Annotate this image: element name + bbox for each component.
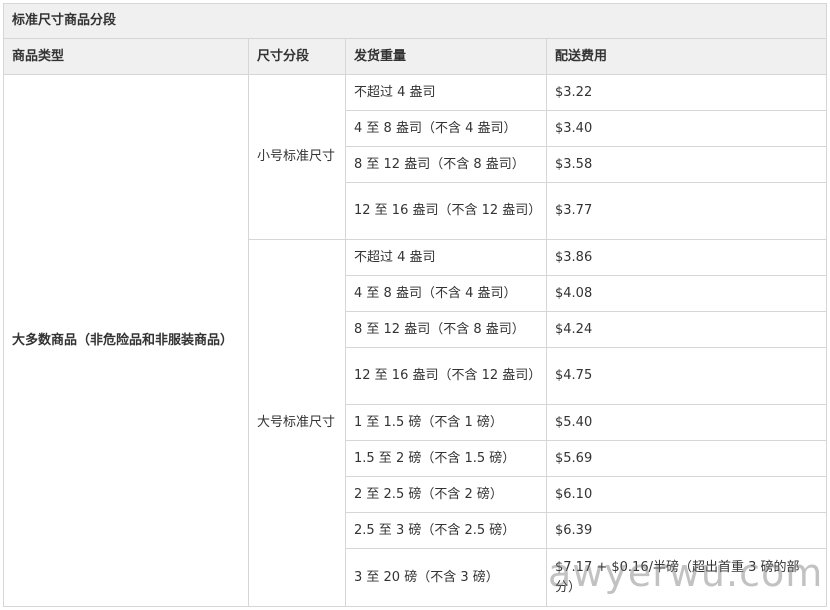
size-tier-cell: 大号标准尺寸	[248, 239, 346, 607]
weight-cell: 4 至 8 盎司（不含 4 盎司）	[345, 275, 547, 312]
weight-cell: 4 至 8 盎司（不含 4 盎司）	[345, 110, 547, 147]
table-header-row: 商品类型 尺寸分段 发货重量 配送费用	[3, 38, 828, 75]
fee-cell: $4.24	[545, 311, 828, 348]
fee-cell: $3.58	[545, 146, 828, 183]
fee-cell: $7.17 + $0.16/半磅（超出首重 3 磅的部分）	[545, 548, 828, 607]
fee-cell: $3.40	[545, 110, 828, 147]
header-product-type: 商品类型	[3, 38, 249, 75]
weight-cell: 8 至 12 盎司（不含 8 盎司）	[345, 311, 547, 348]
weight-cell: 2 至 2.5 磅（不含 2 磅）	[345, 476, 547, 513]
fee-cell: $5.69	[545, 440, 828, 477]
table-title-row: 标准尺寸商品分段	[2, 3, 828, 39]
fee-cell: $3.77	[545, 182, 828, 240]
header-fulfillment-fee: 配送费用	[545, 38, 828, 75]
weight-cell: 12 至 16 盎司（不含 12 盎司）	[345, 182, 547, 240]
product-category-cell: 大多数商品（非危险品和非服装商品）	[3, 74, 249, 607]
weight-cell: 12 至 16 盎司（不含 12 盎司）	[345, 347, 547, 405]
weight-cell: 1.5 至 2 磅（不含 1.5 磅）	[345, 440, 547, 477]
fee-cell: $4.08	[545, 275, 828, 312]
fee-cell: $3.86	[545, 239, 828, 276]
fee-cell: $4.75	[545, 347, 828, 405]
fee-cell: $3.22	[545, 74, 828, 111]
size-tier-cell: 小号标准尺寸	[248, 74, 346, 240]
table-row: 大多数商品（非危险品和非服装商品） 小号标准尺寸 不超过 4 盎司 $3.22	[3, 74, 828, 607]
fee-cell: $6.10	[545, 476, 828, 513]
shipping-fee-table: 标准尺寸商品分段 商品类型 尺寸分段 发货重量 配送费用 大多数商品（非危险品和…	[2, 3, 828, 607]
weight-cell: 1 至 1.5 磅（不含 1 磅）	[345, 404, 547, 441]
weight-cell: 2.5 至 3 磅（不含 2.5 磅）	[345, 512, 547, 549]
weight-cell: 不超过 4 盎司	[345, 74, 547, 111]
weight-cell: 3 至 20 磅（不含 3 磅）	[345, 548, 547, 607]
fee-cell: $6.39	[545, 512, 828, 549]
fee-cell: $5.40	[545, 404, 828, 441]
header-shipping-weight: 发货重量	[345, 38, 547, 75]
weight-cell: 不超过 4 盎司	[345, 239, 547, 276]
table-title: 标准尺寸商品分段	[2, 3, 828, 39]
weight-cell: 8 至 12 盎司（不含 8 盎司）	[345, 146, 547, 183]
header-size-tier: 尺寸分段	[248, 38, 346, 75]
